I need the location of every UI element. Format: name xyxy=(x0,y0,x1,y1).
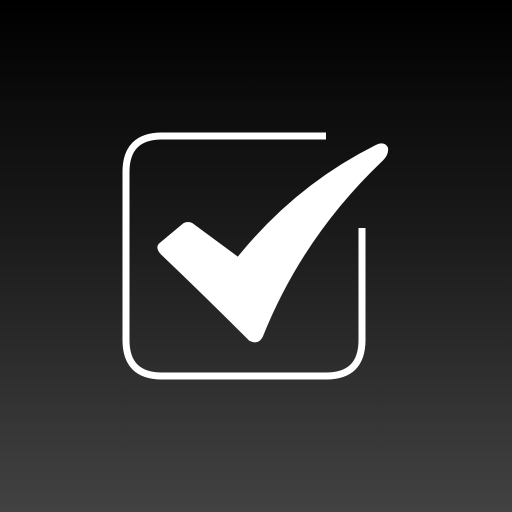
checkbox-checked-icon xyxy=(122,132,389,380)
checkmark-icon xyxy=(157,143,389,343)
app-icon xyxy=(0,0,512,512)
